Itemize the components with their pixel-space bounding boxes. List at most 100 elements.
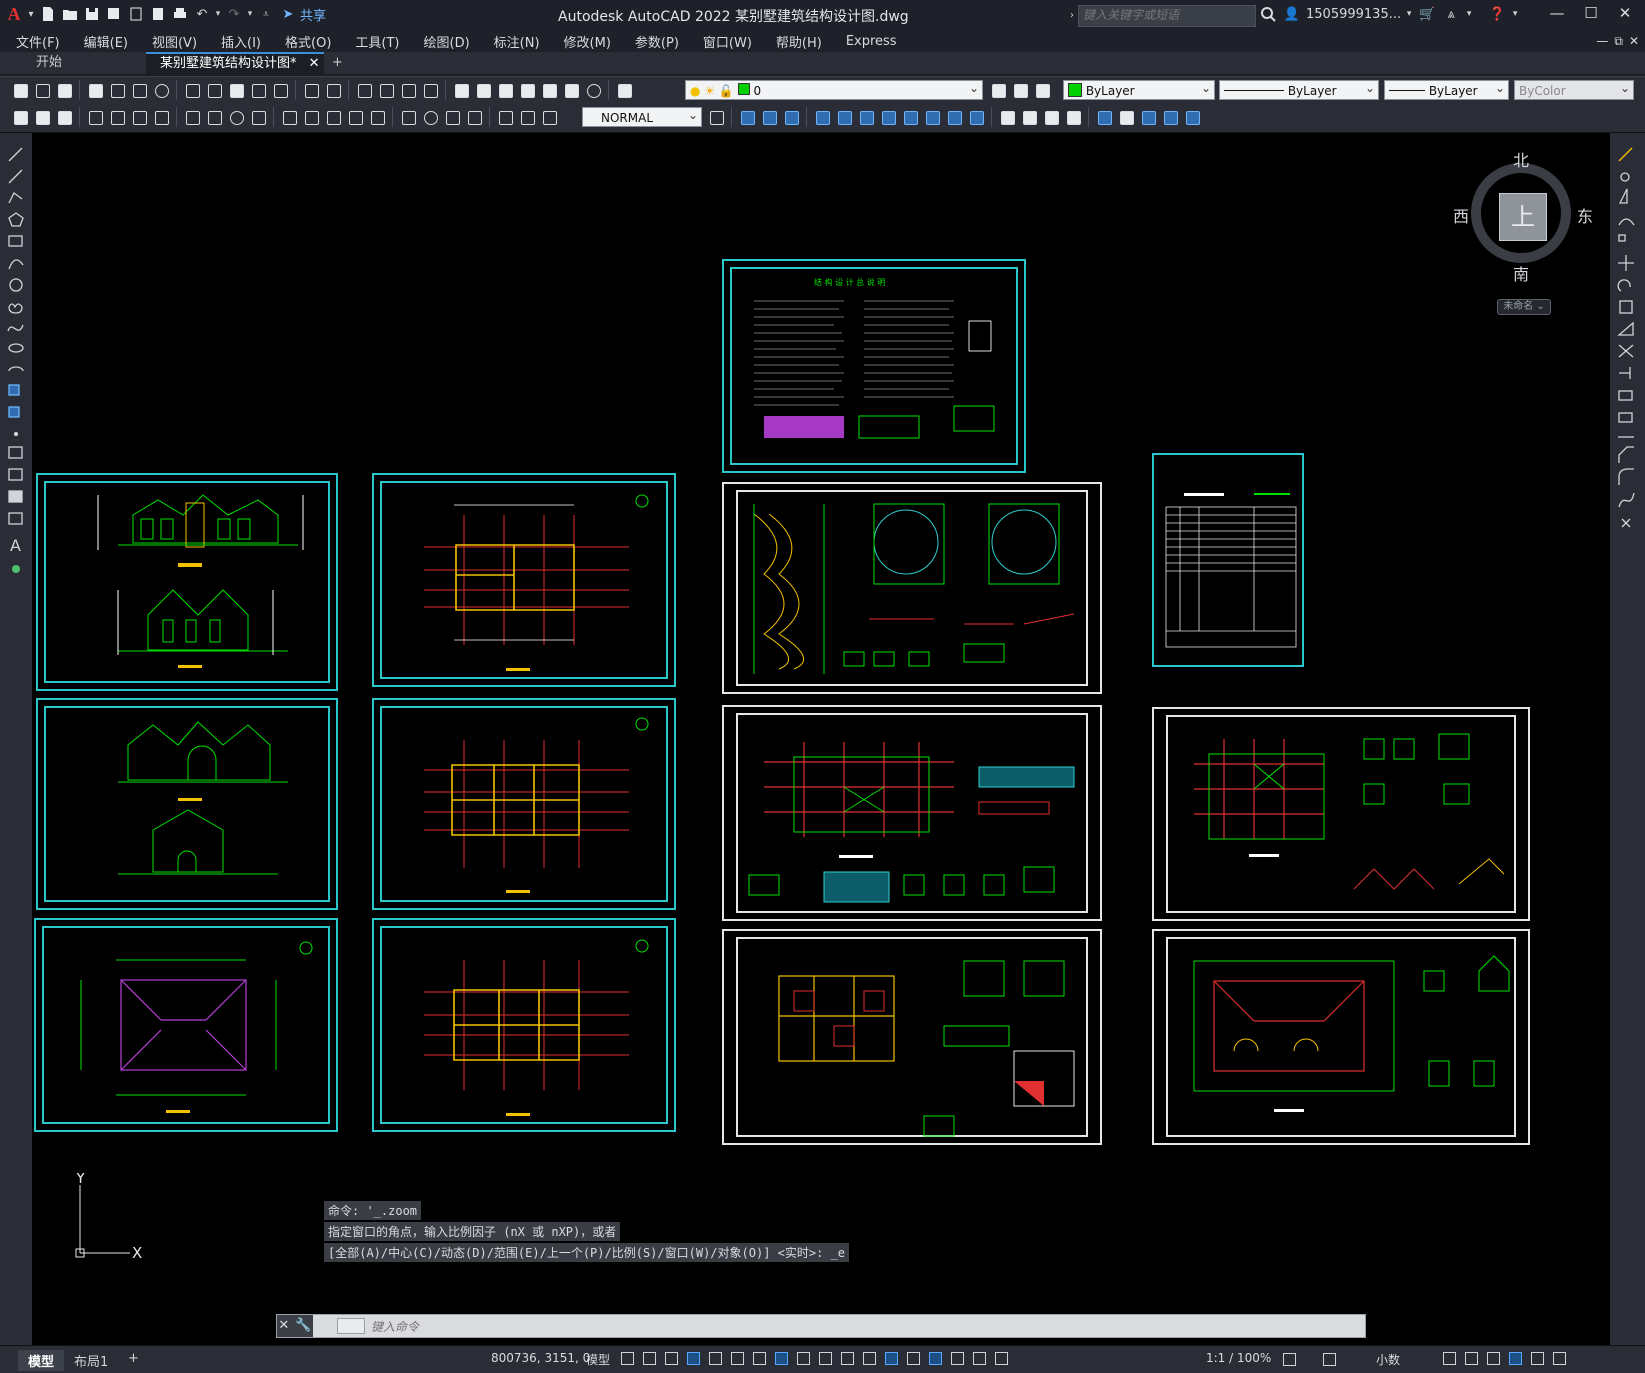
annotation-monitor-icon[interactable] (1320, 1350, 1338, 1368)
make-current-layer-icon[interactable] (988, 80, 1008, 100)
dim-update-icon[interactable] (539, 107, 559, 127)
slice-icon[interactable] (1063, 107, 1083, 127)
3d-extrude-icon[interactable] (900, 107, 920, 127)
union-icon[interactable] (997, 107, 1017, 127)
match-properties-icon[interactable] (248, 80, 268, 100)
redo-icon[interactable]: ↷ (224, 4, 244, 24)
search-icon[interactable] (1258, 4, 1278, 24)
undo-icon[interactable]: ↶ (192, 4, 212, 24)
autodesk-app-icon[interactable]: ⩓ (1441, 4, 1461, 24)
3d-torus-icon[interactable] (856, 107, 876, 127)
menu-insert[interactable]: 插入(I) (209, 32, 273, 51)
layer-dropdown[interactable]: ● ☀ 🔓 0 (685, 78, 983, 100)
layer-properties-icon[interactable] (614, 80, 634, 100)
lineweight-dropdown[interactable]: ByLayer (1384, 78, 1509, 100)
command-input[interactable] (369, 1316, 1333, 1338)
intersect-icon[interactable] (1041, 107, 1061, 127)
menu-modify[interactable]: 修改(M) (552, 32, 623, 51)
redo-dropdown-icon[interactable]: ▾ (246, 4, 254, 24)
plotstyle-dropdown[interactable]: ByColor (1514, 78, 1634, 100)
add-layout-button[interactable]: + (118, 1350, 149, 1367)
share-icon[interactable]: ➤ (278, 4, 298, 24)
quick-dim-icon[interactable] (279, 107, 299, 127)
user-icon[interactable]: 👤 (1282, 4, 1302, 24)
tab-start[interactable]: 开始 (22, 52, 76, 74)
zoom-realtime-icon[interactable] (376, 80, 396, 100)
3d-align-icon[interactable] (1138, 107, 1158, 127)
menu-tools[interactable]: 工具(T) (343, 32, 411, 51)
continue-dim-icon[interactable] (323, 107, 343, 127)
linetype-dropdown[interactable]: ByLayer (1219, 78, 1379, 100)
gizmo-icon[interactable] (926, 1349, 944, 1367)
3d-dwf-icon[interactable] (151, 80, 171, 100)
dim-space-icon[interactable] (345, 107, 365, 127)
search-box[interactable] (1078, 5, 1256, 27)
share-button[interactable]: 共享 (300, 5, 326, 24)
sheet-floor-plan-1[interactable] (372, 473, 676, 687)
command-customize-icon[interactable]: 🔧 (295, 1318, 311, 1333)
close-icon[interactable]: ✕ (1611, 4, 1639, 22)
sheet-staircase-details[interactable] (722, 482, 1102, 694)
3d-sphere-icon[interactable] (812, 107, 832, 127)
minimize-icon[interactable]: — (1543, 4, 1571, 22)
redo-tool-icon[interactable] (323, 80, 343, 100)
app-menu-chevron-icon[interactable]: ▾ (26, 4, 36, 24)
auto-scale-icon[interactable] (970, 1349, 988, 1367)
plot-style-icon[interactable] (54, 107, 74, 127)
help-dropdown-icon[interactable]: ▾ (1511, 4, 1519, 24)
diameter-dim-icon[interactable] (226, 107, 246, 127)
ortho-icon[interactable] (684, 1349, 702, 1367)
lineweight-icon[interactable] (794, 1349, 812, 1367)
3d-cylinder-icon[interactable] (834, 107, 854, 127)
transparency-icon[interactable] (816, 1349, 834, 1367)
dimedit-icon[interactable] (495, 107, 515, 127)
print-preview-icon[interactable] (107, 80, 127, 100)
menu-draw[interactable]: 绘图(D) (412, 32, 482, 51)
markup-set-icon[interactable] (539, 80, 559, 100)
save-as-icon[interactable] (104, 4, 124, 24)
baseline-dim-icon[interactable] (301, 107, 321, 127)
save-icon[interactable] (82, 4, 102, 24)
sheet-foundation-plan[interactable] (722, 929, 1102, 1145)
layer-previous-icon[interactable] (1010, 80, 1030, 100)
aligned-dim-icon[interactable] (107, 107, 127, 127)
subtract-icon[interactable] (1019, 107, 1039, 127)
viewcube-south[interactable]: 南 (1513, 261, 1529, 285)
zoom-window-icon[interactable] (398, 80, 418, 100)
new-file-icon[interactable] (38, 4, 58, 24)
selection-filter-icon[interactable] (904, 1349, 922, 1367)
jogged-dim-icon[interactable] (204, 107, 224, 127)
print-icon[interactable] (85, 80, 105, 100)
3d-wedge-icon[interactable] (759, 107, 779, 127)
object-snap-icon[interactable] (772, 1349, 790, 1367)
help-tool-icon[interactable] (583, 80, 603, 100)
graphics-performance-icon[interactable] (1506, 1349, 1524, 1367)
tab-model[interactable]: 模型 (18, 1350, 65, 1371)
layer-on-icon[interactable]: ● (690, 84, 700, 98)
menu-help[interactable]: 帮助(H) (764, 32, 834, 51)
jogged-linear-icon[interactable] (464, 107, 484, 127)
arc-length-dim-icon[interactable] (129, 107, 149, 127)
lock-ui-icon[interactable] (1462, 1349, 1480, 1367)
tab-add-button[interactable]: + (318, 52, 357, 74)
sheet-design-notes[interactable]: 结 构 设 计 总 说 明 (722, 259, 1026, 473)
grid-icon[interactable] (618, 1349, 636, 1367)
sheet-elevation-2[interactable] (36, 698, 338, 910)
sheet-drawing-index[interactable] (1152, 453, 1304, 667)
open-icon[interactable] (32, 80, 52, 100)
workspace-switch-icon[interactable] (1280, 1350, 1298, 1368)
dimstyle-dropdown[interactable]: NORMAL (582, 105, 702, 127)
3d-rotate-icon[interactable] (1116, 107, 1136, 127)
zoom-previous-icon[interactable] (420, 80, 440, 100)
dim-break-icon[interactable] (367, 107, 387, 127)
isodraft-icon[interactable] (728, 1349, 746, 1367)
sheet-roof-structure[interactable] (1152, 929, 1530, 1145)
3d-mirror-icon[interactable] (1160, 107, 1180, 127)
open-folder-icon[interactable] (60, 4, 80, 24)
linear-dim-icon[interactable] (85, 107, 105, 127)
tool-palettes-icon[interactable] (495, 80, 515, 100)
undo-dropdown-icon[interactable]: ▾ (214, 4, 222, 24)
doc-restore-icon[interactable]: ⧉ (1614, 34, 1623, 49)
sheet-roof-plan[interactable] (34, 918, 338, 1132)
copy-icon[interactable] (204, 80, 224, 100)
